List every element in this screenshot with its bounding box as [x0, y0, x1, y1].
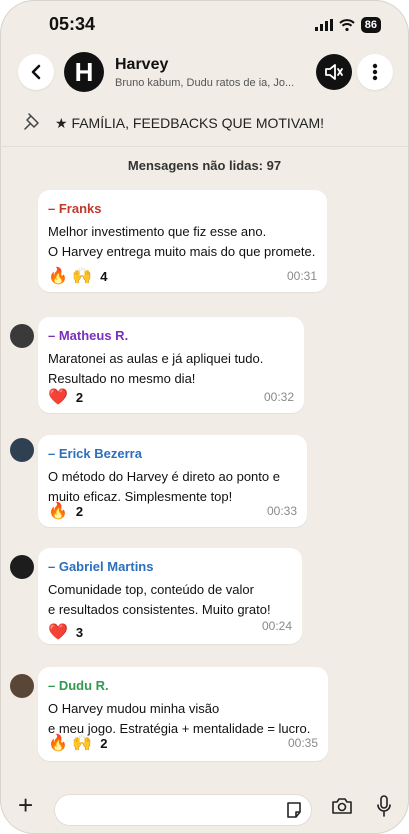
message-line: O método do Harvey é direto ao ponto e: [48, 469, 280, 484]
message-time: 00:35: [287, 736, 318, 750]
wifi-icon: [339, 19, 355, 31]
sender-name: – Franks: [48, 201, 102, 216]
message-line: O Harvey entrega muito mais do que prome…: [48, 244, 316, 259]
reaction-count: 3: [75, 624, 84, 640]
reaction-count: 2: [75, 503, 84, 519]
message-line: Comunidade top, conteúdo de valor: [48, 582, 254, 597]
sender-name: – Gabriel Martins: [48, 559, 154, 574]
unread-divider: Mensagens não lidas: 97: [127, 158, 282, 173]
message-bubble[interactable]: – Dudu R. O Harvey mudou minha visão e m…: [38, 667, 328, 761]
sender-name: – Erick Bezerra: [48, 446, 142, 461]
more-options-button[interactable]: [357, 54, 393, 90]
reactions[interactable]: 🔥 🙌 2: [48, 733, 108, 753]
reaction-count: 2: [100, 735, 108, 751]
back-button[interactable]: [18, 54, 54, 90]
avatar-letter: H: [74, 56, 94, 87]
message-time: 00:31: [286, 269, 317, 283]
sticker-icon[interactable]: [285, 801, 303, 819]
reactions[interactable]: 🔥 2: [48, 501, 83, 521]
chat-members[interactable]: Bruno kabum, Dudu ratos de ia, Jo...: [115, 77, 305, 89]
message-bubble[interactable]: – Matheus R. Maratonei as aulas e já apl…: [38, 317, 304, 413]
reactions[interactable]: ❤️ 2: [48, 387, 83, 407]
microphone-icon[interactable]: [376, 795, 392, 817]
message-bubble[interactable]: – Franks Melhor investimento que fiz ess…: [38, 190, 327, 292]
avatar[interactable]: [10, 555, 34, 579]
chat-title[interactable]: Harvey: [115, 56, 168, 74]
chat-screen: 05:34 86 H Harvey Bruno kabum, Dudu rato…: [0, 0, 409, 834]
pinned-message[interactable]: ★ FAMÍLIA, FEEDBACKS QUE MOTIVAM!: [0, 100, 409, 147]
sender-name: – Dudu R.: [48, 678, 109, 693]
sender-name: – Matheus R.: [48, 328, 129, 343]
reaction-emoji: ❤️: [48, 389, 68, 406]
message-line: Maratonei as aulas e já apliquei tudo.: [48, 351, 264, 366]
message-line: Resultado no mesmo dia!: [48, 371, 196, 386]
reaction-emoji: 🔥 🙌: [48, 268, 93, 285]
status-icons: 86: [314, 17, 381, 33]
reaction-emoji: 🔥: [48, 503, 68, 520]
reaction-emoji: 🔥 🙌: [48, 735, 93, 752]
more-vertical-icon: [372, 63, 378, 81]
pinned-text: ★ FAMÍLIA, FEEDBACKS QUE MOTIVAM!: [55, 115, 325, 131]
status-bar: 05:34 86: [0, 0, 409, 50]
battery-icon: 86: [360, 17, 381, 33]
group-avatar[interactable]: H: [64, 52, 104, 92]
reaction-count: 2: [75, 389, 84, 405]
message-text: Maratonei as aulas e já apliquei tudo. R…: [48, 349, 263, 389]
chat-header: H Harvey Bruno kabum, Dudu ratos de ia, …: [0, 50, 409, 98]
signal-icon: [314, 19, 333, 31]
avatar[interactable]: [10, 324, 34, 348]
chevron-left-icon: [31, 64, 41, 80]
message-input[interactable]: [54, 794, 312, 826]
composer-bar: +: [0, 786, 409, 834]
message-line: O Harvey mudou minha visão: [48, 701, 220, 716]
message-time: 00:33: [266, 504, 297, 518]
mute-button[interactable]: [316, 54, 352, 90]
pin-icon: [24, 113, 39, 130]
message-time: 00:24: [261, 619, 292, 633]
message-line: Melhor investimento que fiz esse ano.: [48, 224, 267, 239]
message-line: e resultados consistentes. Muito grato!: [48, 602, 271, 617]
status-time: 05:34: [49, 14, 96, 34]
message-bubble[interactable]: – Erick Bezerra O método do Harvey é dir…: [38, 435, 307, 527]
reaction-emoji: ❤️: [48, 624, 68, 641]
avatar[interactable]: [10, 438, 34, 462]
speaker-muted-icon: [325, 64, 343, 80]
attach-plus-icon[interactable]: +: [18, 792, 33, 818]
camera-icon[interactable]: [331, 797, 353, 815]
reaction-count: 4: [100, 268, 108, 284]
reactions[interactable]: 🔥 🙌 4: [48, 266, 108, 286]
message-text: Comunidade top, conteúdo de valor e resu…: [48, 580, 271, 620]
avatar[interactable]: [10, 674, 34, 698]
message-time: 00:32: [263, 390, 294, 404]
reactions[interactable]: ❤️ 3: [48, 622, 83, 642]
message-bubble[interactable]: – Gabriel Martins Comunidade top, conteú…: [38, 548, 302, 644]
message-text: Melhor investimento que fiz esse ano. O …: [48, 222, 315, 262]
